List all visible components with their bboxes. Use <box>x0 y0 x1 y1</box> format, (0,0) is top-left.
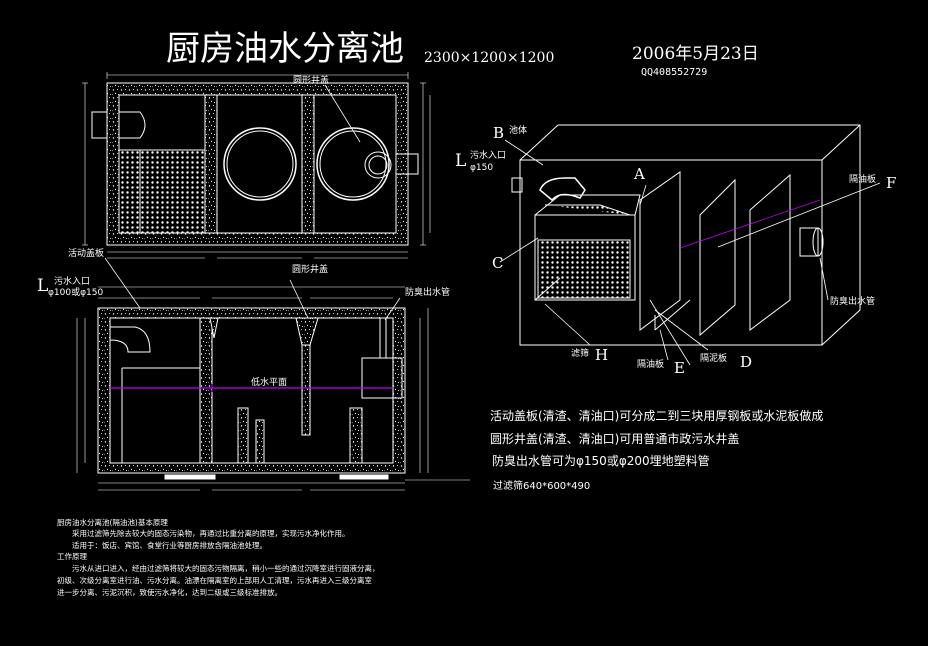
drawing-date: 2006年5月23日 <box>632 44 759 64</box>
section-inlet-spec: φ100或φ150 <box>48 288 104 298</box>
note-round-cover: 圆形井盖(清渣、清油口)可用普通市政污水井盖 <box>490 432 740 446</box>
iso-body-label: 池体 <box>509 126 528 136</box>
description-heading: 工作原理 <box>57 552 87 561</box>
description-line: 适用于：饭店、宾馆、食堂行业等厨房排放含隔油池处理。 <box>72 541 267 550</box>
description-line: 进一步分离、污泥沉积，致使污水净化，达到二级或三级标准排放。 <box>57 588 282 597</box>
note-movable-cover: 活动盖板(清渣、清油口)可分成二到三块用厚钢板或水泥板做成 <box>490 409 824 423</box>
description-line: 采用过滤筛先除去较大的固态污染物，再通过比重分离的原理，实现污水净化作用。 <box>72 529 350 538</box>
iso-baffle-e-label: 隔油板 <box>637 360 665 370</box>
description-line: 污水从进口进入，经由过滤筛将较大的固态污物隔离，稍小一些的通过沉降室进行固液分离… <box>72 564 380 573</box>
qq-contact: QQ408552729 <box>641 67 708 78</box>
iso-inlet-spec: φ150 <box>470 163 494 173</box>
iso-letter-a: A <box>634 165 645 183</box>
section-outlet-label: 防臭出水管 <box>405 288 451 298</box>
iso-letter-l: L <box>455 151 467 171</box>
section-round-cover-label: 圆形井盖 <box>292 265 329 275</box>
iso-letter-h: H <box>595 346 609 364</box>
iso-letter-c: C <box>492 254 504 272</box>
iso-baffle-d-label: 隔泥板 <box>700 354 728 364</box>
tank-dimensions: 2300×1200×1200 <box>424 50 555 66</box>
drawing-title: 厨房油水分离池 <box>166 29 404 69</box>
section-inlet-letter: L <box>37 276 49 296</box>
iso-letter-f: F <box>886 174 897 192</box>
movable-cover-label: 活动盖板 <box>68 249 105 259</box>
note-outlet-pipe: 防臭出水管可为φ150或φ200埋地塑料管 <box>492 454 710 468</box>
section-inlet-label: 污水入口 <box>54 277 91 287</box>
water-level-label: 低水平面 <box>251 378 288 388</box>
note-filter-size: 过滤筛640*600*490 <box>493 481 591 492</box>
plan-round-cover-label: 圆形井盖 <box>293 76 330 86</box>
isometric-view <box>499 124 881 366</box>
iso-filter-label: 滤筛 <box>571 349 590 359</box>
plan-view <box>91 82 419 246</box>
iso-letter-b: B <box>493 124 505 142</box>
iso-letter-d: D <box>740 353 753 371</box>
section-view <box>97 307 406 480</box>
iso-outlet-label: 防臭出水管 <box>830 297 876 307</box>
iso-letter-e: E <box>674 359 685 377</box>
description-line: 初级、次级分离室进行油、污水分离。油漂在隔离室的上部用人工清理，污水再进入三级分… <box>57 576 372 585</box>
description-title: 厨房油水分离池(隔油池)基本原理 <box>57 518 168 527</box>
iso-baffle-f-label: 隔油板 <box>849 175 877 185</box>
iso-inlet-label: 污水入口 <box>470 151 507 161</box>
